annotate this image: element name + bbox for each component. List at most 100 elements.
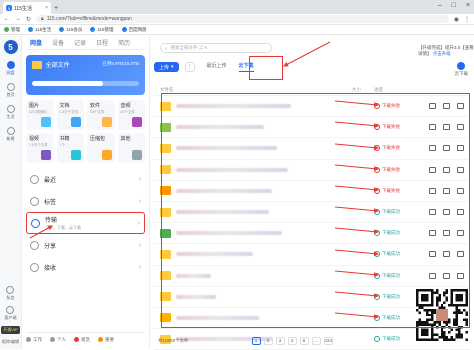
bookmark-item[interactable]: 管理 [4,27,20,33]
col-size[interactable]: 大小 [352,87,374,93]
rail-item-life[interactable]: 生活 [6,105,15,120]
sidebar-menu-share[interactable]: 分享 › [26,234,145,256]
browser-tab[interactable]: 5 115生活 × [3,2,51,14]
reload-icon[interactable]: ↻ [26,16,31,23]
sidebar-tab[interactable]: 简历 [118,38,130,47]
category-count: 40个文件 [120,110,135,114]
bookmark-label: 管理 [11,26,20,32]
category-tile[interactable]: 软件 33个文件 [87,100,115,130]
vip-badge[interactable]: 开通VIP [1,326,20,334]
page-button[interactable]: 2 [263,337,273,345]
menu-label: 标签 [44,199,57,206]
category-label: 压缩包 [90,136,106,142]
forward-icon[interactable]: → [15,16,21,22]
tag-label: 个人 [57,336,66,342]
new-tab-icon[interactable]: + [54,5,58,12]
tag-filter[interactable]: 紧急 [74,337,90,343]
category-tile[interactable]: 其他 [117,133,145,163]
tag-label: 重要 [105,336,114,342]
menu-sub: 上传、下载、云下载 [45,225,81,230]
menu-text: 接收 [44,263,56,272]
cloud-download-side-label: 云下载 [454,71,469,76]
sidebar-tab[interactable]: 日程 [96,38,108,47]
page-button[interactable]: 1 [251,337,261,345]
bookmark-item[interactable]: 百度网盘 [121,27,147,33]
rail-item-label: 生活 [6,114,15,119]
sidebar-tab[interactable]: 设备 [52,38,64,47]
storage-bar-fill [32,81,103,86]
page-button[interactable]: ... [311,337,321,345]
bookmark-favicon-icon [59,27,65,32]
category-tile[interactable]: 书籍 1个 [56,133,84,163]
rail-item-cloud[interactable]: 网盘 [6,61,15,76]
folder-icon [32,61,42,70]
chevron-right-icon: › [138,241,141,249]
category-label: 文档 [59,103,70,109]
category-label: 软件 [90,103,101,109]
upload-button[interactable]: 上传 ▾ [154,62,179,72]
all-files-card[interactable]: 全部文件 已用9.9TB/15.0TB [26,55,145,95]
sidebar-tab[interactable]: 网盘 [30,38,42,47]
tab-close-icon[interactable]: × [45,5,48,11]
chevron-down-icon: ▾ [171,64,174,70]
category-tile[interactable]: 视频 1.5万个文件 [26,133,54,163]
search-input[interactable]: ⌕ 搜索全部文件 ⌘ K [160,43,272,53]
sidebar-menu-transfer[interactable]: 传输 上传、下载、云下载 › [26,212,145,234]
menu-label: 接收 [44,265,57,272]
bookmark-item[interactable]: 115管理 [90,27,114,33]
category-tile[interactable]: 图片 3213张照片 [26,100,54,130]
category-tile[interactable]: 压缩包 [87,133,115,163]
category-tile[interactable]: 音频 40个文件 [117,100,145,130]
rail-item-label: 私信 [6,295,15,300]
user-label[interactable]: 昵称/编辑 [2,339,19,345]
tag-filter[interactable]: 个人 [50,337,66,343]
rail-item-home[interactable]: 首页 [6,83,15,98]
col-status: 进度 [374,86,383,92]
sidebar-tab[interactable]: 记录 [74,38,86,47]
more-icon[interactable]: ⋮ [184,62,195,72]
page-button[interactable]: 434 [323,337,334,345]
sidebar-menu-tag[interactable]: 标签 › [26,190,145,212]
col-name[interactable]: 文件名 [160,87,352,93]
tag-icon [30,196,39,206]
site-favicon-icon: 5 [6,5,12,11]
category-icon [132,150,142,160]
close-window-icon[interactable]: × [466,2,470,9]
category-icon [40,150,51,160]
tag-dot-icon [74,337,79,342]
tag-filter[interactable]: 重要 [98,337,114,343]
tag-dot-icon [26,337,31,342]
page-button[interactable]: 5 [299,337,309,345]
menu-text: 最近 [44,175,56,184]
minimize-icon[interactable]: – [438,2,442,9]
tag-filter[interactable]: 工作 [26,337,42,343]
maximize-icon[interactable]: □ [452,2,456,9]
back-icon[interactable]: ← [4,16,10,22]
cloud-download-side-button[interactable]: 云下载 [454,62,469,77]
plus-icon [6,127,15,135]
category-label: 其他 [120,136,131,142]
category-tile[interactable]: 文档 1.3万个文件 [56,100,84,130]
transfer-icon [31,218,40,228]
tab-recent-upload[interactable]: 最近上传 [207,62,227,72]
profile-icon[interactable]: ◉ [454,16,459,23]
browser-menu-icon[interactable]: ⋮ [464,16,470,23]
annotation-box-list [161,93,470,328]
page-button[interactable]: 3 [275,337,285,345]
rail-item-label: 首页 [6,92,15,97]
category-count: 3213张照片 [29,110,48,114]
rail-item-client[interactable]: 客户端 [4,306,16,321]
sidebar-menu-receive[interactable]: 接收 › [26,256,145,278]
notice-link[interactable]: 点击升级 [433,51,451,56]
bookmark-item[interactable]: 115会员 [59,27,82,33]
bookmark-item[interactable]: 115生活 [28,27,51,33]
search-placeholder: 搜索全部文件 ⌘ K [170,45,208,50]
rail-item-plus[interactable]: 新建 [6,127,15,142]
page-button[interactable]: 4 [287,337,297,345]
client-icon [6,306,15,314]
app-logo[interactable]: 5 [3,40,18,54]
sidebar-menu-clock[interactable]: 最近 › [26,168,145,190]
rail-item-message[interactable]: 私信 [6,286,15,301]
bookmark-label: 115会员 [66,26,83,32]
url-field[interactable]: 🔒︎ 115.com/?tab=offline&mode=wangpan [36,15,449,23]
